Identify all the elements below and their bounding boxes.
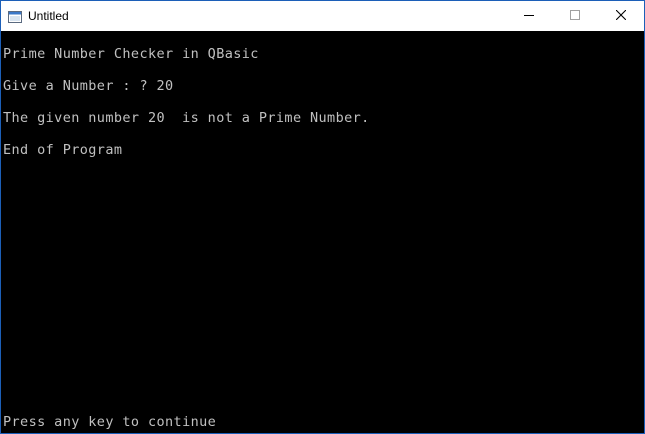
window-title: Untitled bbox=[28, 9, 69, 23]
minimize-icon bbox=[524, 7, 534, 25]
console-line-input: Give a Number : ? 20 bbox=[3, 78, 174, 94]
maximize-icon bbox=[570, 7, 580, 25]
console-footer-prompt: Press any key to continue bbox=[3, 414, 217, 430]
console-output[interactable]: Prime Number Checker in QBasic Give a Nu… bbox=[1, 31, 644, 433]
close-icon bbox=[615, 7, 627, 25]
minimize-button[interactable] bbox=[506, 1, 552, 31]
console-line-title: Prime Number Checker in QBasic bbox=[3, 46, 259, 62]
console-window: Untitled Prime Number Checker in QBasic … bbox=[0, 0, 645, 434]
console-line-result: The given number 20 is not a Prime Numbe… bbox=[3, 110, 370, 126]
title-bar[interactable]: Untitled bbox=[1, 1, 644, 31]
maximize-button[interactable] bbox=[552, 1, 598, 31]
console-window-icon bbox=[8, 10, 22, 23]
close-button[interactable] bbox=[598, 1, 644, 31]
console-line-end: End of Program bbox=[3, 142, 123, 158]
